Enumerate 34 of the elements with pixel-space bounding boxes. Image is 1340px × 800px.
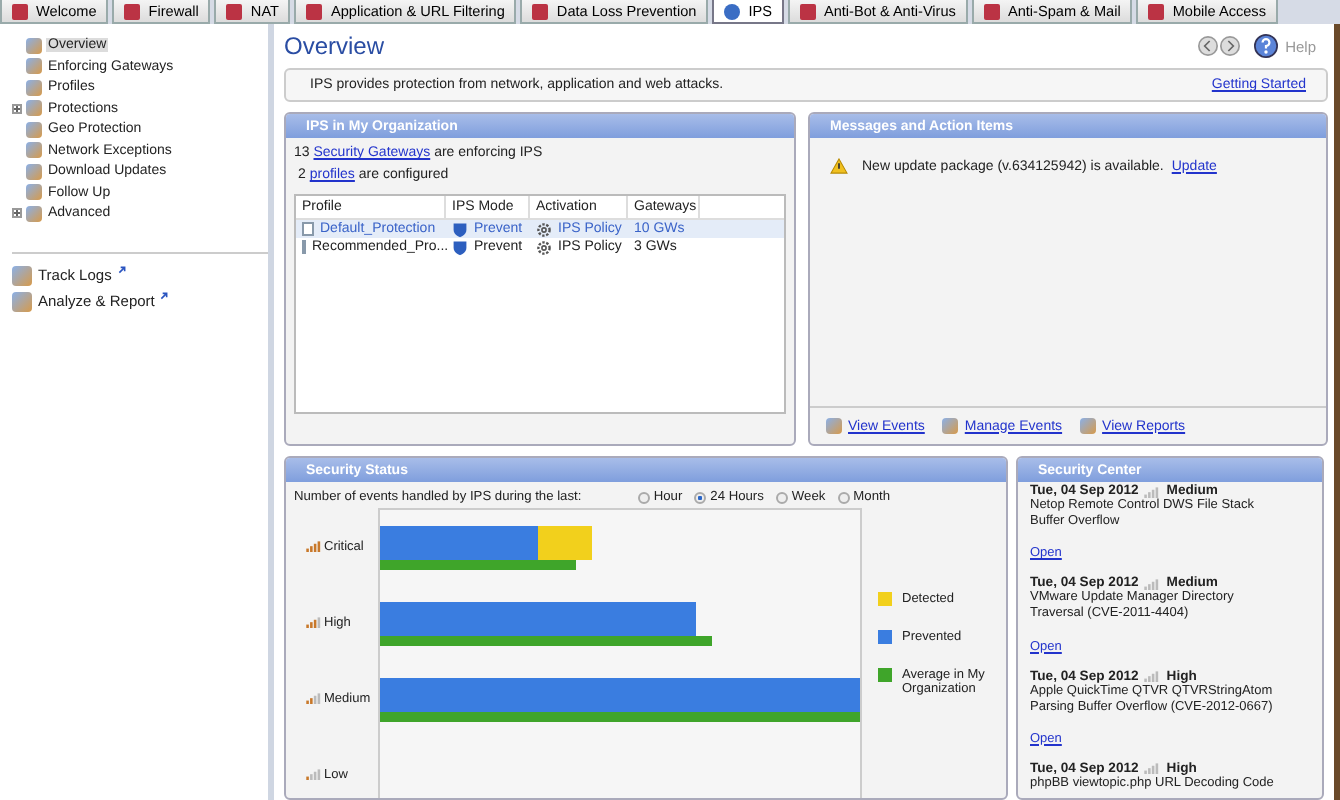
radio-button[interactable] xyxy=(637,491,650,503)
tab-icon xyxy=(724,3,741,19)
expand-icon[interactable] xyxy=(12,103,22,114)
tab-icon xyxy=(306,3,323,19)
radio-button[interactable] xyxy=(694,491,707,503)
tab-icon xyxy=(532,3,549,19)
signal-icon xyxy=(306,616,322,628)
external-link-icon xyxy=(117,265,126,273)
signal-icon xyxy=(306,768,322,780)
forward-icon[interactable] xyxy=(1219,36,1240,56)
expand-icon[interactable] xyxy=(12,208,22,219)
tab-icon xyxy=(799,3,816,19)
signal-icon xyxy=(1144,762,1161,775)
link-icon xyxy=(1080,418,1097,434)
tab-icon xyxy=(226,3,243,19)
tab-icon xyxy=(1148,3,1165,19)
page-title: Overview xyxy=(284,32,385,60)
signal-icon xyxy=(306,540,322,552)
tab-icon xyxy=(983,3,1000,19)
link-icon xyxy=(826,418,842,434)
radio-button[interactable] xyxy=(837,491,850,503)
signal-icon xyxy=(1144,577,1161,590)
link-icon xyxy=(942,418,959,434)
radio-button[interactable] xyxy=(775,491,788,503)
detected-bar xyxy=(538,526,592,560)
tab-icon xyxy=(124,3,141,19)
tab-icon xyxy=(12,3,28,19)
signal-icon xyxy=(1144,485,1161,497)
back-icon[interactable] xyxy=(1197,36,1218,56)
external-link-icon xyxy=(160,291,169,299)
warning-icon xyxy=(830,158,848,174)
help-icon[interactable] xyxy=(1253,34,1278,58)
signal-icon xyxy=(1144,670,1161,682)
signal-icon xyxy=(306,692,322,704)
